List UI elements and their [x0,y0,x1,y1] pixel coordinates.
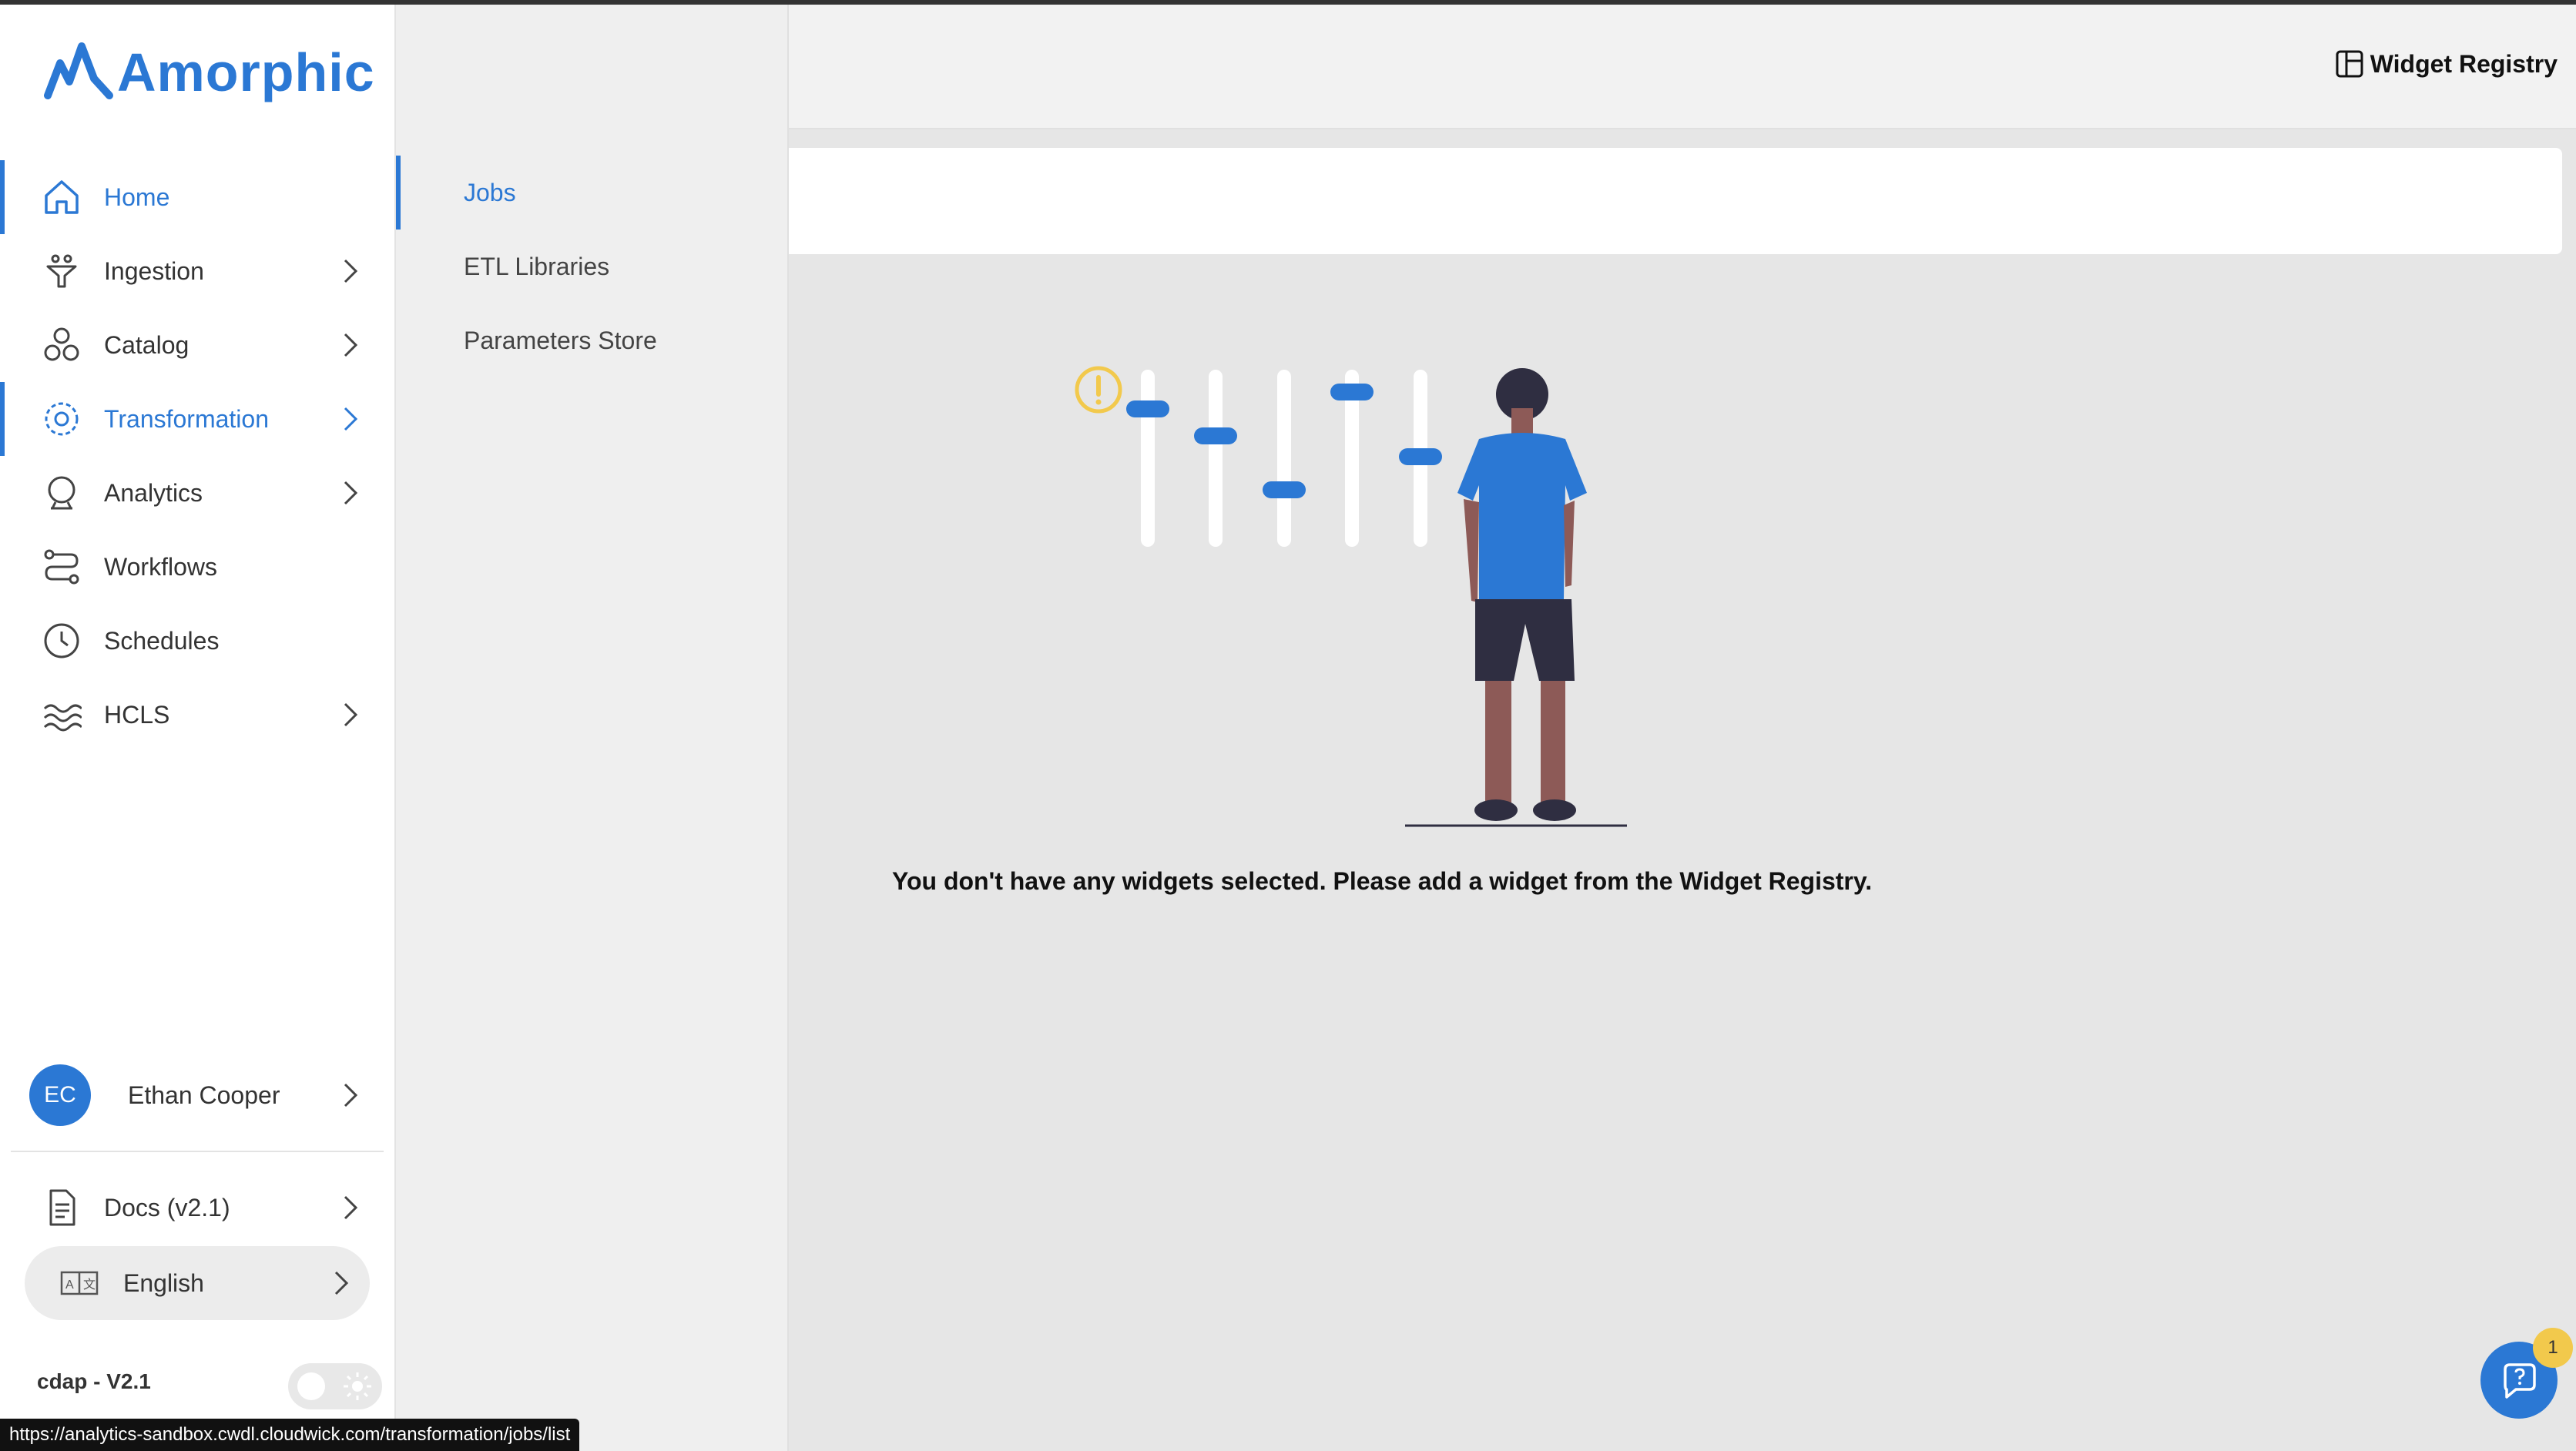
sidebar: Amorphic Home Ingestion Catalog Transfor… [0,5,396,1451]
subnav-item-parameters-store[interactable]: Parameters Store [396,303,787,377]
subnav-item-label: ETL Libraries [464,252,610,280]
chevron-right-icon [344,702,358,727]
chevron-right-icon [344,481,358,505]
sidebar-item-label: Home [104,183,170,211]
analytics-icon [40,471,83,514]
home-icon [40,176,83,219]
language-selector[interactable]: A文 English [25,1246,370,1320]
chevron-right-icon [344,407,358,431]
waves-icon [40,693,83,736]
sidebar-item-label: Catalog [104,330,190,359]
sidebar-item-label: Schedules [104,626,220,655]
language-label: English [123,1268,204,1297]
sidebar-item-catalog[interactable]: Catalog [0,308,394,382]
sun-icon [344,1372,371,1400]
widget-registry-label: Widget Registry [2370,49,2558,78]
translate-icon: A文 [60,1265,99,1305]
dashboard-header-card [789,148,2562,254]
top-bar: Widget Registry [789,5,2576,129]
svg-text:A: A [65,1278,74,1292]
widget-registry-button[interactable]: Widget Registry [2335,49,2558,79]
toggle-knob [297,1372,325,1400]
transformation-icon [40,397,83,441]
subnav-item-jobs[interactable]: Jobs [396,156,787,230]
ingestion-icon [40,250,83,293]
subnav-item-label: Jobs [464,178,516,206]
sidebar-item-schedules[interactable]: Schedules [0,604,394,678]
sidebar-item-transformation[interactable]: Transformation [0,382,394,456]
sidebar-item-label: HCLS [104,700,170,729]
version-label: cdap - V2.1 [37,1369,151,1393]
docs-link[interactable]: Docs (v2.1) [0,1171,394,1245]
app-logo[interactable]: Amorphic [43,42,375,103]
sidebar-item-ingestion[interactable]: Ingestion [0,234,394,308]
sidebar-item-label: Analytics [104,478,203,507]
chevron-right-icon [334,1271,349,1295]
chevron-right-icon [344,333,358,357]
document-icon [40,1186,83,1229]
sidebar-item-hcls[interactable]: HCLS [0,678,394,752]
person-figure [1405,368,1627,827]
sidebar-nav: Home Ingestion Catalog Transformation An… [0,160,394,752]
transformation-subnav: Jobs ETL Libraries Parameters Store [396,5,789,1451]
sidebar-divider [11,1151,384,1152]
widget-panel-icon [2336,50,2363,78]
chevron-right-icon [344,259,358,283]
sidebar-item-workflows[interactable]: Workflows [0,530,394,604]
sidebar-item-label: Ingestion [104,256,204,285]
sidebar-item-home[interactable]: Home [0,160,394,234]
theme-toggle[interactable] [288,1363,382,1409]
sidebar-item-label: Workflows [104,552,217,581]
sidebar-item-analytics[interactable]: Analytics [0,456,394,530]
notification-badge: 1 [2533,1328,2573,1368]
user-name: Ethan Cooper [128,1081,280,1109]
svg-text:文: 文 [83,1278,96,1292]
subnav-item-etl-libraries[interactable]: ETL Libraries [396,230,787,303]
empty-state-illustration [1075,366,1627,827]
empty-state-message: You don't have any widgets selected. Ple… [892,867,1873,895]
catalog-icon [40,323,83,367]
user-profile-menu[interactable]: EC Ethan Cooper [0,1058,394,1132]
avatar: EC [29,1064,91,1126]
chevron-right-icon [344,1083,358,1108]
help-chat-icon [2504,1363,2536,1399]
chevron-right-icon [344,1195,358,1220]
docs-label: Docs (v2.1) [104,1193,230,1221]
status-bar-url: https://analytics-sandbox.cwdl.cloudwick… [0,1419,580,1451]
subnav-item-label: Parameters Store [464,326,657,354]
clock-icon [40,619,83,662]
warning-icon [1075,366,1122,414]
workflows-icon [40,545,83,588]
window-top-border [0,0,2576,5]
amorphic-logo-icon [44,42,113,99]
logo-text: Amorphic [117,42,375,102]
sidebar-item-label: Transformation [104,404,269,433]
